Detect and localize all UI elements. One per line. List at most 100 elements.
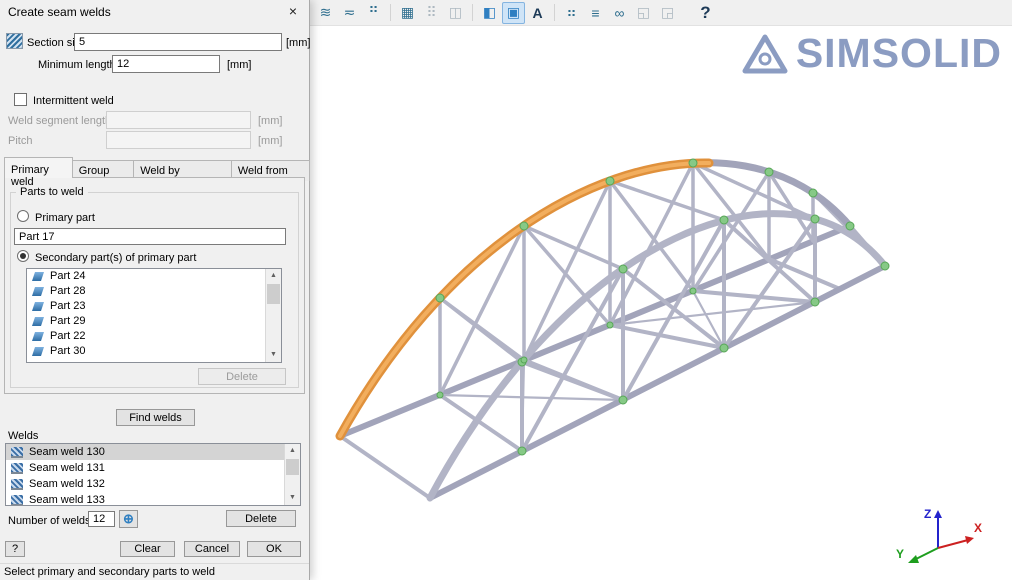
part-label: Part 28 bbox=[50, 284, 85, 299]
help-icon[interactable]: ? bbox=[694, 2, 717, 24]
part-label: Part 23 bbox=[50, 299, 85, 314]
toolbar-separator bbox=[390, 4, 391, 21]
dot-matrix-icon[interactable]: ⠿ bbox=[420, 2, 443, 24]
seam-weld-icon[interactable]: ≋ bbox=[314, 2, 337, 24]
dialog-status-bar: Select primary and secondary parts to we… bbox=[0, 563, 309, 580]
list-item[interactable]: Part 30 bbox=[27, 344, 281, 359]
weld-segment-length-unit: [mm] bbox=[258, 115, 282, 127]
simsolid-logo-text: SIMSOLID bbox=[796, 30, 1002, 77]
bridge-model bbox=[310, 26, 1012, 580]
stitch-weld-icon[interactable]: ≂ bbox=[338, 2, 361, 24]
scale-down-icon[interactable]: ◲ bbox=[656, 2, 679, 24]
scroll-thumb[interactable] bbox=[267, 284, 280, 304]
scroll-up-icon[interactable]: ▲ bbox=[285, 444, 300, 458]
seam-weld-icon bbox=[11, 447, 23, 458]
seam-weld-icon bbox=[11, 463, 23, 474]
zoom-to-weld-button[interactable]: ⊕ bbox=[119, 510, 138, 528]
tab-primary-weld[interactable]: Primary weld bbox=[4, 157, 73, 178]
part-label: Part 30 bbox=[50, 344, 85, 359]
scroll-down-icon[interactable]: ▼ bbox=[266, 348, 281, 362]
show-part-icon[interactable]: ◧ bbox=[478, 2, 501, 24]
weld-tabs: Primary weld Group weld Weld by lines/ed… bbox=[4, 157, 309, 178]
number-of-welds-label: Number of welds bbox=[8, 515, 91, 527]
seam-weld-tool-icon bbox=[6, 33, 23, 49]
parts-scrollbar[interactable]: ▲ ▼ bbox=[265, 269, 281, 362]
find-welds-button[interactable]: Find welds bbox=[116, 409, 195, 426]
far-truss-web bbox=[440, 163, 813, 395]
viewport-3d[interactable]: SIMSOLID bbox=[310, 26, 1012, 580]
welds-section-title: Welds bbox=[8, 430, 38, 442]
list-item[interactable]: Part 22 bbox=[27, 329, 281, 344]
toolbar-separator bbox=[472, 4, 473, 21]
section-size-unit: [mm] bbox=[286, 37, 310, 49]
list-item[interactable]: Part 29 bbox=[27, 314, 281, 329]
dialog-help-button[interactable]: ? bbox=[5, 541, 25, 557]
part-icon bbox=[32, 347, 44, 356]
number-of-welds-input[interactable] bbox=[88, 511, 115, 527]
list-item[interactable]: Part 24 bbox=[27, 269, 281, 284]
weld-list-icon[interactable]: ≡ bbox=[584, 2, 607, 24]
list-item[interactable]: Seam weld 133 bbox=[6, 492, 300, 506]
intermittent-weld-label: Intermittent weld bbox=[33, 95, 114, 107]
weld-segment-length-label: Weld segment length bbox=[8, 115, 111, 127]
primary-part-radio[interactable] bbox=[17, 210, 29, 222]
frame-icon[interactable]: ◫ bbox=[444, 2, 467, 24]
scroll-thumb[interactable] bbox=[286, 459, 299, 475]
orientation-triad[interactable]: Z X Y bbox=[890, 500, 986, 572]
toolbar-separator bbox=[554, 4, 555, 21]
secondary-parts-list[interactable]: Part 24 Part 28 Part 23 Part 29 Part 22 … bbox=[26, 268, 282, 363]
delete-parts-button[interactable]: Delete bbox=[198, 368, 286, 385]
welds-list[interactable]: Seam weld 130 Seam weld 131 Seam weld 13… bbox=[5, 443, 301, 506]
scroll-up-icon[interactable]: ▲ bbox=[266, 269, 281, 283]
weld-segment-length-input bbox=[106, 111, 251, 129]
weld-group-icon[interactable]: ⠶ bbox=[560, 2, 583, 24]
ok-button[interactable]: OK bbox=[247, 541, 301, 557]
primary-part-label: Primary part bbox=[35, 212, 95, 224]
intermittent-weld-checkbox[interactable] bbox=[14, 93, 27, 106]
scroll-down-icon[interactable]: ▼ bbox=[285, 491, 300, 505]
seam-weld-icon bbox=[11, 495, 23, 506]
list-item[interactable]: Part 28 bbox=[27, 284, 281, 299]
pitch-label: Pitch bbox=[8, 135, 32, 147]
simsolid-logo-icon bbox=[742, 33, 788, 75]
part-label: Part 24 bbox=[50, 269, 85, 284]
status-text: Select primary and secondary parts to we… bbox=[4, 566, 215, 578]
annotation-icon[interactable]: A bbox=[526, 2, 549, 24]
list-item[interactable]: Seam weld 131 bbox=[6, 460, 300, 476]
spot-weld-icon[interactable]: ⠛ bbox=[362, 2, 385, 24]
list-item[interactable]: Part 23 bbox=[27, 299, 281, 314]
dialog-title: Create seam welds bbox=[8, 5, 111, 19]
magnifier-icon: ⊕ bbox=[123, 511, 134, 526]
part-icon bbox=[32, 302, 44, 311]
highlight-part-icon[interactable]: ▣ bbox=[502, 2, 525, 24]
weld-label: Seam weld 133 bbox=[29, 492, 105, 506]
minimum-length-label: Minimum length bbox=[38, 59, 116, 71]
triad-z-label: Z bbox=[924, 507, 931, 521]
part-icon bbox=[32, 317, 44, 326]
part-label: Part 29 bbox=[50, 314, 85, 329]
triad-y-label: Y bbox=[896, 547, 904, 561]
minimum-length-input[interactable] bbox=[112, 55, 220, 73]
seam-weld-icon bbox=[11, 479, 23, 490]
deck-beams bbox=[340, 226, 885, 498]
create-seam-welds-dialog: Create seam welds × Section size [mm] Mi… bbox=[0, 0, 310, 580]
welds-scrollbar[interactable]: ▲ ▼ bbox=[284, 444, 300, 505]
pitch-unit: [mm] bbox=[258, 135, 282, 147]
part-icon bbox=[32, 332, 44, 341]
list-item[interactable]: Seam weld 130 bbox=[6, 444, 300, 460]
thermal-icon[interactable]: ∞ bbox=[608, 2, 631, 24]
clear-button[interactable]: Clear bbox=[120, 541, 175, 557]
secondary-parts-radio[interactable] bbox=[17, 250, 29, 262]
section-size-input[interactable] bbox=[74, 33, 282, 51]
primary-part-input[interactable] bbox=[14, 228, 286, 245]
delete-weld-button[interactable]: Delete bbox=[226, 510, 296, 527]
list-item[interactable]: Seam weld 132 bbox=[6, 476, 300, 492]
secondary-parts-label: Secondary part(s) of primary part bbox=[35, 252, 196, 264]
cancel-button[interactable]: Cancel bbox=[184, 541, 240, 557]
scale-up-icon[interactable]: ◱ bbox=[632, 2, 655, 24]
pitch-input bbox=[106, 131, 251, 149]
minimum-length-unit: [mm] bbox=[227, 59, 251, 71]
grid-icon[interactable]: ▦ bbox=[396, 2, 419, 24]
part-label: Part 22 bbox=[50, 329, 85, 344]
close-icon[interactable]: × bbox=[279, 1, 307, 22]
